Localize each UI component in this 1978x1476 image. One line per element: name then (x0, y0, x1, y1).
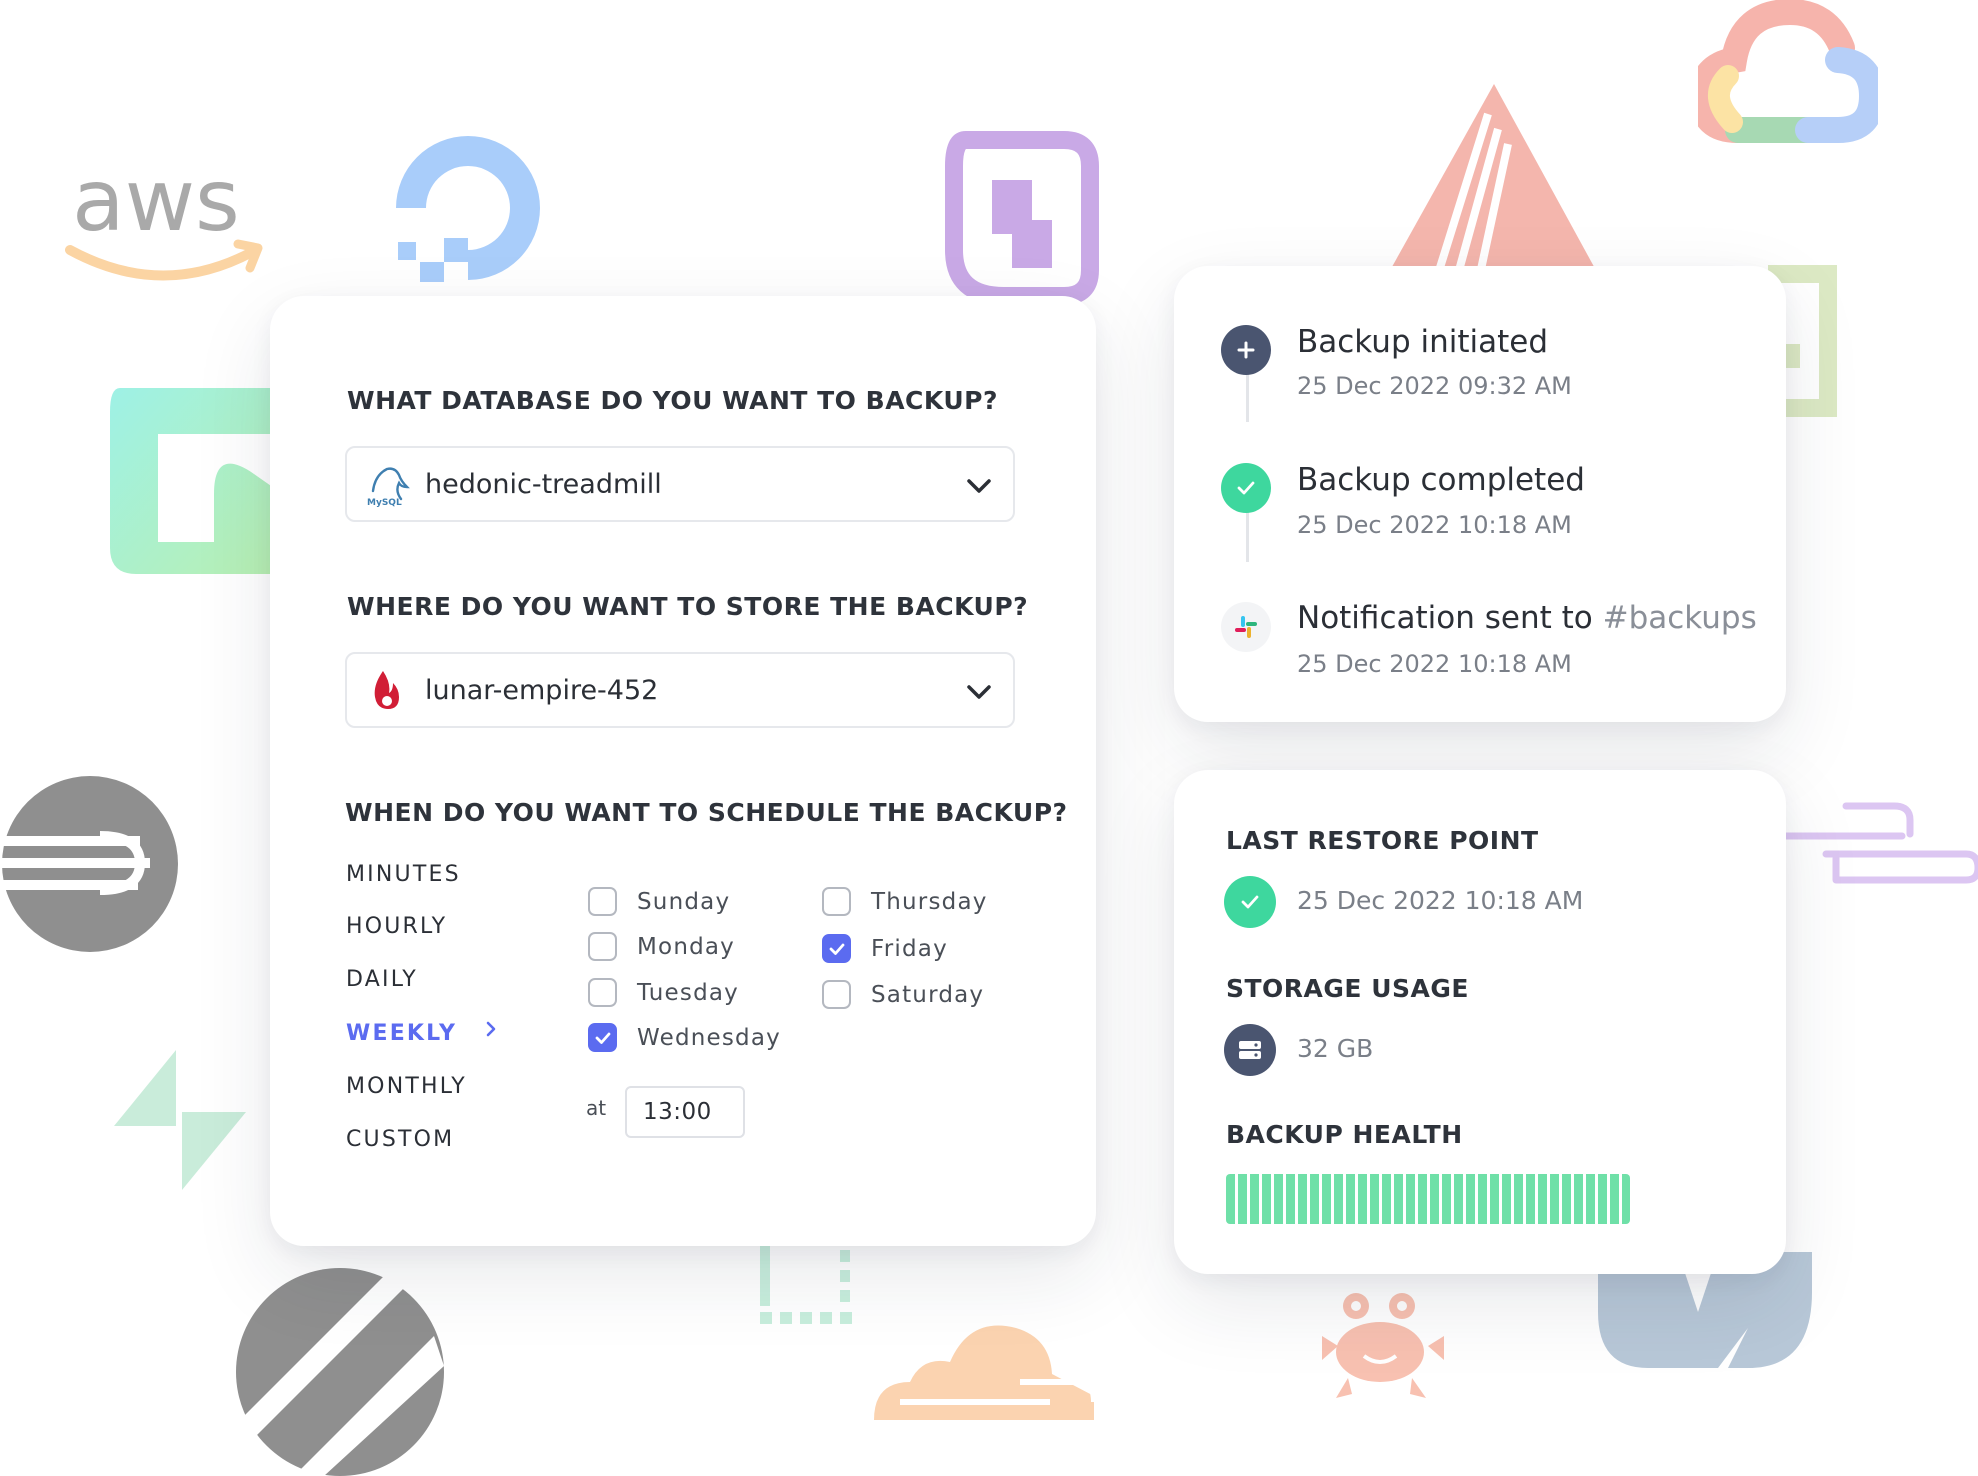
backup-status-card: LAST RESTORE POINT 25 Dec 2022 10:18 AM … (1174, 770, 1786, 1274)
restore-label: LAST RESTORE POINT (1226, 826, 1539, 855)
storage-label: STORAGE USAGE (1226, 974, 1469, 1003)
health-label: BACKUP HEALTH (1226, 1120, 1463, 1149)
arch-logo (1388, 84, 1608, 276)
svg-text:aws: aws (72, 151, 240, 251)
frequency-weekly[interactable]: WEEKLY (346, 1021, 457, 1046)
timeline-event-title: Backup initiated (1297, 324, 1549, 360)
checkbox-checked[interactable] (822, 934, 851, 963)
crab-logo (1318, 1290, 1448, 1400)
restore-value: 25 Dec 2022 10:18 AM (1297, 886, 1584, 915)
checkbox[interactable] (588, 887, 617, 916)
schedule-question: WHEN DO YOU WANT TO SCHEDULE THE BACKUP? (345, 798, 1068, 827)
check-icon (595, 1032, 610, 1044)
checkbox[interactable] (588, 932, 617, 961)
timeline-event-time: 25 Dec 2022 10:18 AM (1297, 650, 1572, 678)
scaleway-logo (944, 130, 1100, 306)
day-wednesday[interactable]: Wednesday (588, 1023, 781, 1052)
check-icon (829, 943, 844, 955)
database-question: WHAT DATABASE DO YOU WANT TO BACKUP? (347, 386, 998, 415)
backup-config-card: WHAT DATABASE DO YOU WANT TO BACKUP? MyS… (270, 296, 1096, 1246)
plus-icon (1221, 325, 1271, 375)
storage-question: WHERE DO YOU WANT TO STORE THE BACKUP? (347, 592, 1029, 621)
chevron-down-icon[interactable] (959, 466, 999, 506)
checkbox-checked[interactable] (588, 1023, 617, 1052)
time-input[interactable]: 13:00 (625, 1086, 745, 1138)
day-monday[interactable]: Monday (588, 932, 735, 961)
slack-icon (1221, 602, 1271, 652)
storage-value: 32 GB (1297, 1034, 1374, 1063)
pipe-logo (1782, 798, 1978, 884)
planetscale-logo (234, 1266, 446, 1476)
frequency-custom[interactable]: CUSTOM (346, 1127, 454, 1152)
frequency-hourly[interactable]: HOURLY (346, 914, 447, 939)
database-select[interactable]: MySQL hedonic-treadmill (345, 446, 1015, 522)
dotted-square-logo (756, 1246, 860, 1326)
aws-logo: aws (62, 150, 272, 290)
slack-channel[interactable]: #backups (1603, 600, 1757, 636)
server-icon (1224, 1024, 1276, 1076)
chevron-right-icon (482, 1018, 500, 1040)
timeline-event-time: 25 Dec 2022 09:32 AM (1297, 372, 1572, 400)
storage-select[interactable]: lunar-empire-452 (345, 652, 1015, 728)
google-cloud-logo (1688, 0, 1886, 150)
cloudflare-logo (870, 1316, 1097, 1420)
backblaze-icon (365, 667, 411, 713)
at-label: at (586, 1096, 607, 1120)
day-saturday[interactable]: Saturday (822, 980, 984, 1009)
checkbox[interactable] (822, 980, 851, 1009)
check-icon (1224, 876, 1276, 928)
timeline-event-title: Notification sent to #backups (1297, 600, 1757, 636)
svg-text:MySQL: MySQL (367, 498, 402, 507)
timeline-event-title: Backup completed (1297, 462, 1585, 498)
timeline-event-time: 25 Dec 2022 10:18 AM (1297, 511, 1572, 539)
chevron-down-icon[interactable] (959, 672, 999, 712)
storage-value: lunar-empire-452 (425, 674, 659, 706)
day-tuesday[interactable]: Tuesday (588, 978, 739, 1007)
mysql-icon: MySQL (365, 461, 411, 507)
backup-health-bar (1226, 1174, 1630, 1224)
day-sunday[interactable]: Sunday (588, 887, 730, 916)
neon-logo (96, 374, 274, 586)
checkbox[interactable] (588, 978, 617, 1007)
frequency-monthly[interactable]: MONTHLY (346, 1074, 467, 1099)
backup-health-fill (1226, 1174, 1630, 1224)
check-icon (1221, 463, 1271, 513)
supabase-logo (110, 1050, 250, 1190)
database-value: hedonic-treadmill (425, 468, 662, 500)
day-friday[interactable]: Friday (822, 934, 948, 963)
frequency-daily[interactable]: DAILY (346, 967, 418, 992)
checkbox[interactable] (822, 887, 851, 916)
backup-timeline-card: Backup initiated 25 Dec 2022 09:32 AM Ba… (1174, 266, 1786, 722)
digitalocean-logo (388, 134, 548, 294)
frequency-minutes[interactable]: MINUTES (346, 862, 461, 887)
railway-logo (0, 774, 180, 954)
day-thursday[interactable]: Thursday (822, 887, 988, 916)
